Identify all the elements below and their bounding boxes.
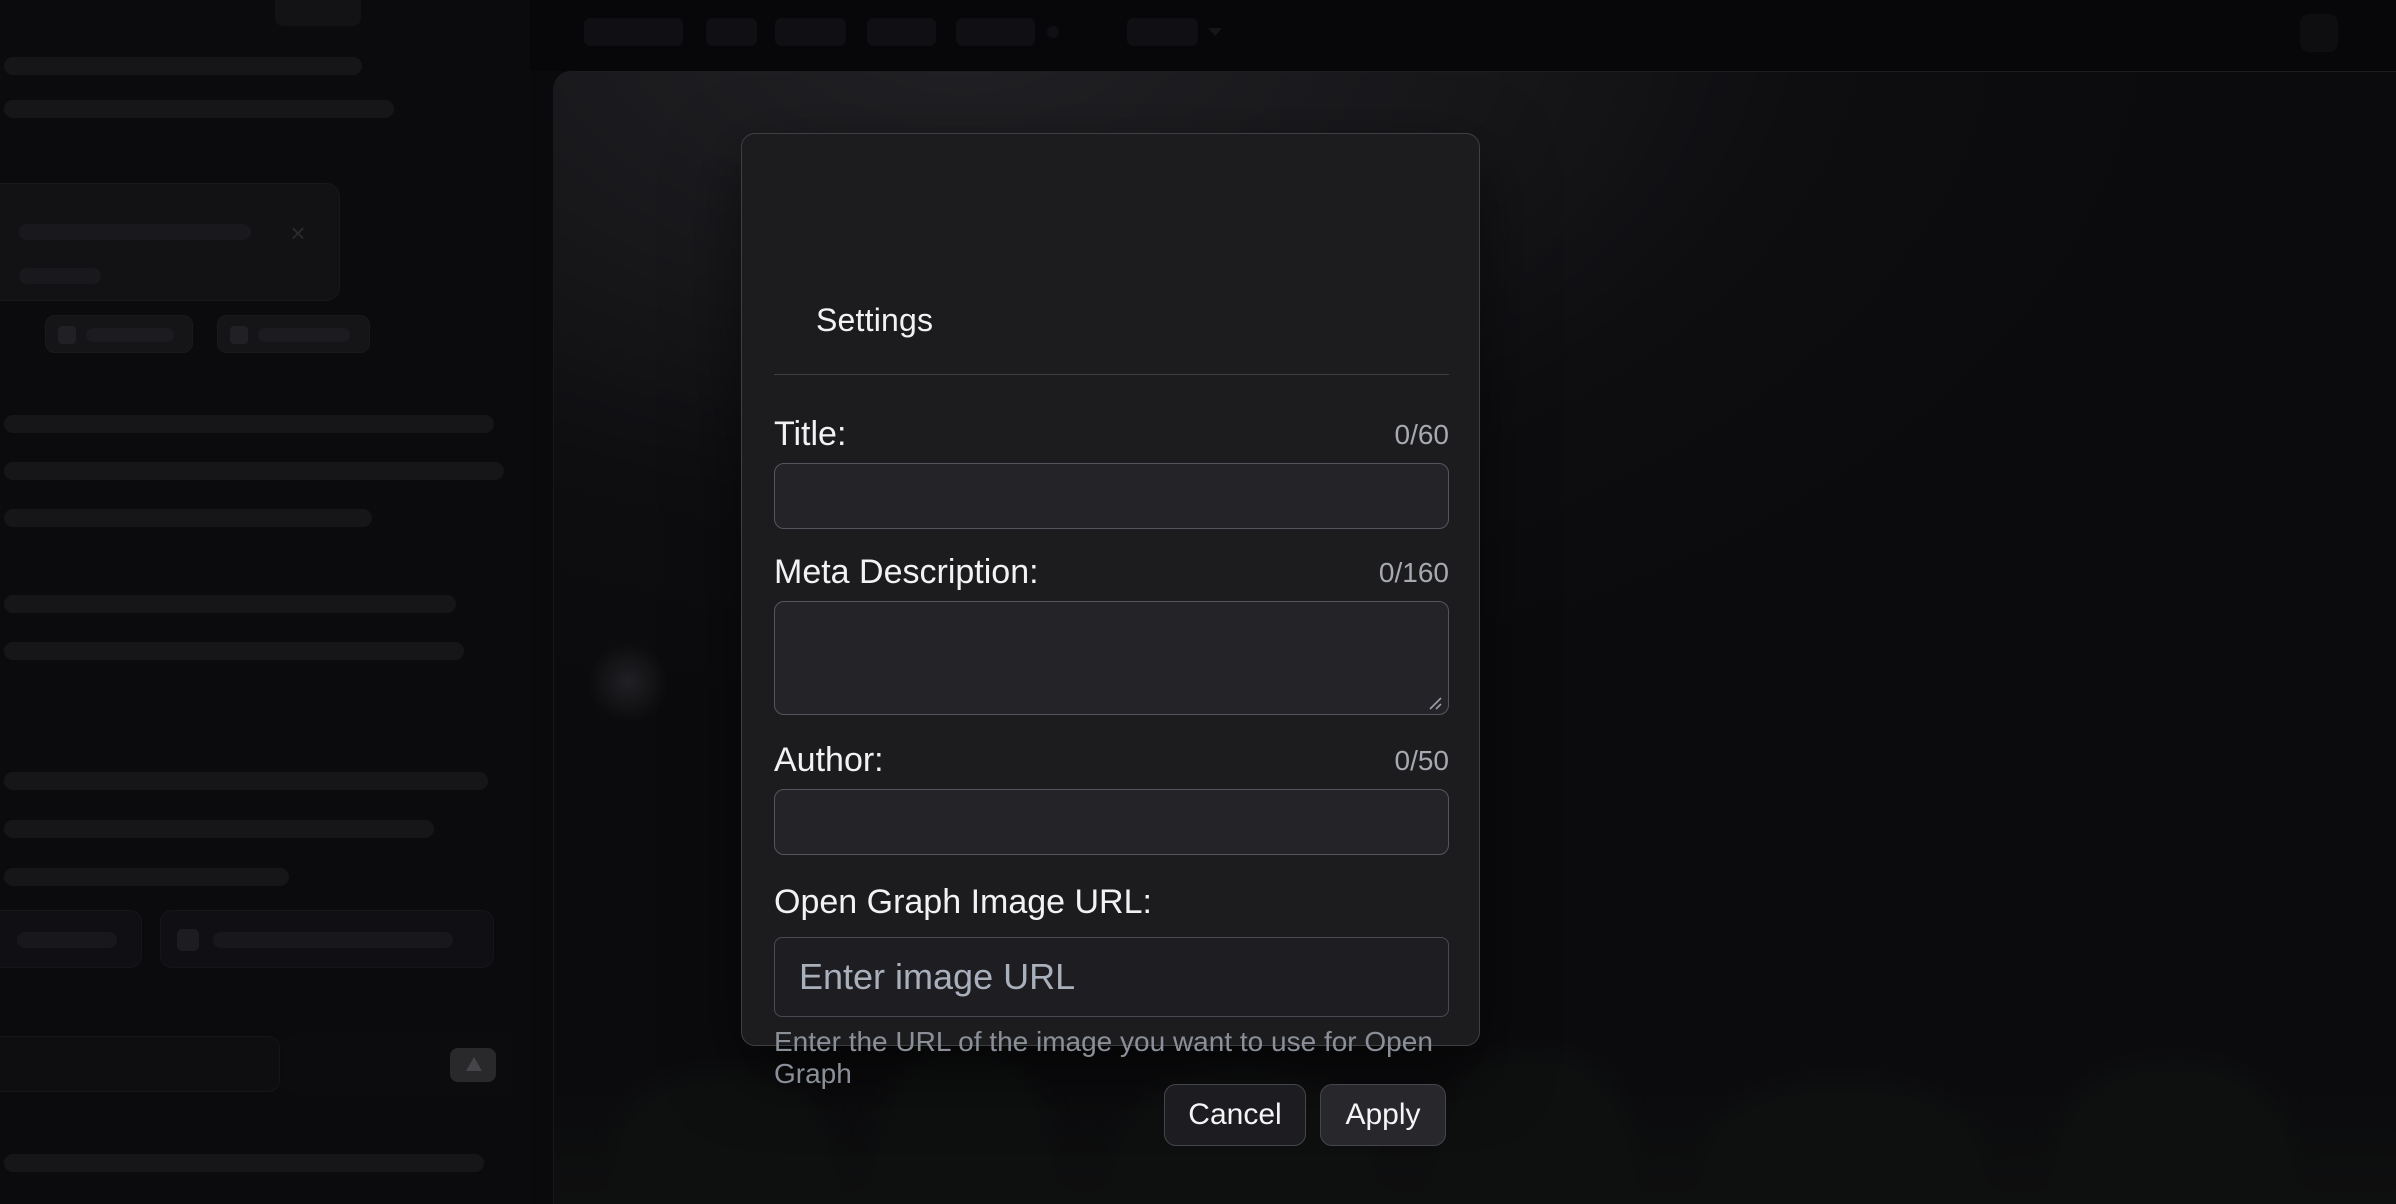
apply-button[interactable]: Apply [1320, 1084, 1446, 1146]
meta-description-counter: 0/160 [1379, 557, 1449, 589]
dialog-title: Settings [816, 302, 933, 339]
meta-description-textarea[interactable] [774, 601, 1449, 715]
og-image-url-input[interactable] [774, 937, 1449, 1017]
og-image-url-label: Open Graph Image URL: [774, 883, 1152, 922]
cancel-button[interactable]: Cancel [1164, 1084, 1306, 1146]
title-counter: 0/60 [1395, 419, 1450, 451]
author-counter: 0/50 [1395, 745, 1450, 777]
title-input[interactable] [774, 463, 1449, 529]
author-label: Author: [774, 741, 884, 780]
resize-handle-icon[interactable] [1426, 694, 1444, 712]
author-input[interactable] [774, 789, 1449, 855]
divider [774, 374, 1449, 375]
title-label: Title: [774, 415, 846, 454]
settings-dialog: Settings Title: 0/60 Meta Description: 0… [741, 133, 1480, 1046]
og-image-url-helper: Enter the URL of the image you want to u… [774, 1026, 1449, 1090]
meta-description-label: Meta Description: [774, 553, 1039, 592]
